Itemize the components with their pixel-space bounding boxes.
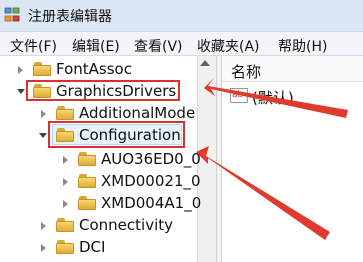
folder-icon [56,106,74,120]
collapse-arrow-icon[interactable] [17,89,25,94]
tree-item-label: AUO36ED0_0 [101,150,201,168]
tree-item-label: Connectivity [79,216,173,234]
folder-icon [56,240,74,254]
menu-bar: 文件(F) 编辑(E) 查看(V) 收藏夹(A) 帮助(H) [0,32,363,56]
expand-arrow-icon[interactable] [63,200,68,208]
tree-item-fontassoc[interactable]: FontAssoc [0,58,197,82]
tree-item-dci[interactable]: DCI [0,236,197,260]
title-bar: 注册表编辑器 [0,0,363,32]
expand-arrow-icon[interactable] [41,244,46,252]
menu-file[interactable]: 文件(F) [10,36,57,56]
tree-item-label: XMD004A1_0 [101,194,202,212]
tree-item-xmd00021[interactable]: XMD00021_0 [0,170,201,194]
folder-icon [78,196,96,210]
tree-item-auo36ed0[interactable]: AUO36ED0_0 [0,148,201,172]
menu-edit[interactable]: 编辑(E) [72,36,120,56]
column-header-label: 名称 [231,63,262,81]
folder-icon [33,62,51,76]
menu-help[interactable]: 帮助(H) [278,36,327,56]
annotation-box-graphicsdrivers [26,80,180,101]
folder-icon [56,218,74,232]
scroll-up-arrow-icon[interactable] [200,60,210,66]
expand-arrow-icon[interactable] [18,66,23,74]
tree-item-label: XMD00021_0 [101,172,201,190]
expand-arrow-icon[interactable] [41,110,46,118]
tree-item-xmd004a1[interactable]: XMD004A1_0 [0,192,201,216]
expand-arrow-icon[interactable] [63,156,68,164]
collapse-arrow-icon[interactable] [39,133,47,138]
value-name-default[interactable]: (默认) [252,87,294,108]
expand-arrow-icon[interactable] [63,178,68,186]
registry-editor-icon [4,7,20,22]
menu-view[interactable]: 查看(V) [134,36,183,56]
tree-item-label: FontAssoc [56,60,132,78]
window-title: 注册表编辑器 [28,9,112,25]
menu-favorites[interactable]: 收藏夹(A) [197,36,260,56]
tree-item-label: AdditionalMode [79,104,196,122]
folder-icon [78,174,96,188]
annotation-box-configuration [48,121,185,148]
tree-item-label: DCI [79,238,106,256]
tree-item-connectivity[interactable]: Connectivity [0,214,197,238]
folder-icon [78,152,96,166]
ab-string-icon: ab [230,88,248,103]
expand-arrow-icon[interactable] [41,222,46,230]
